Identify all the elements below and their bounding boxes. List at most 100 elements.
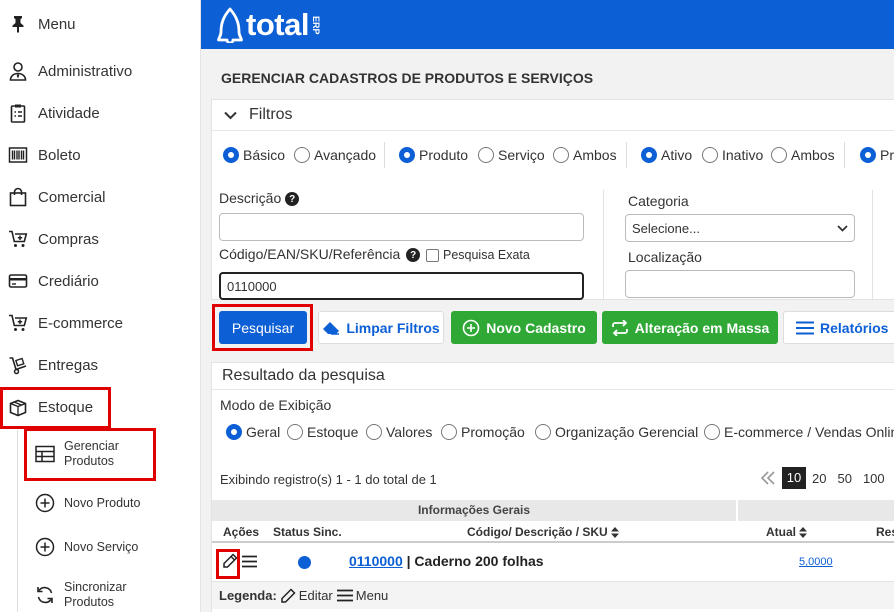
radio-basico[interactable]: Básico bbox=[223, 147, 285, 163]
plus-circle-icon bbox=[34, 536, 56, 558]
radio-dot bbox=[860, 147, 876, 163]
separator bbox=[872, 190, 873, 300]
exact-search-label: Pesquisa Exata bbox=[442, 248, 530, 262]
results-title: Resultado da pesquisa bbox=[212, 363, 894, 390]
radio-avancado[interactable]: Avançado bbox=[294, 147, 376, 163]
sidebar-item-entregas[interactable]: Entregas bbox=[0, 344, 200, 386]
row-menu-icon[interactable] bbox=[242, 555, 257, 573]
sidebar-item-atividade[interactable]: Atividade bbox=[0, 92, 200, 134]
codigo-input[interactable]: 0110000 bbox=[219, 272, 584, 300]
new-record-label: Novo Cadastro bbox=[486, 319, 586, 336]
results-panel: Resultado da pesquisa Modo de Exibição G… bbox=[211, 362, 894, 612]
mode-valores[interactable]: Valores bbox=[366, 424, 432, 440]
radio-dot bbox=[366, 424, 382, 440]
categoria-label: Categoria bbox=[628, 193, 689, 209]
submenu-label: Gerenciar Produtos bbox=[64, 439, 119, 469]
table-header-row: Ações Status Sinc. Código/ Descrição / S… bbox=[212, 521, 894, 543]
radio-label: Serviço bbox=[498, 147, 545, 163]
mode-organizacao[interactable]: Organização Gerencial bbox=[535, 424, 698, 440]
sidebar-item-crediario[interactable]: Crediário bbox=[0, 260, 200, 302]
submenu-novo-servico[interactable]: Novo Serviço bbox=[24, 534, 194, 560]
help-icon[interactable]: ? bbox=[406, 248, 421, 263]
logo-badge: ERP bbox=[310, 15, 321, 35]
col-header-current[interactable]: Atual bbox=[766, 525, 808, 539]
chevron-down-icon bbox=[837, 224, 848, 232]
radio-servico[interactable]: Serviço bbox=[478, 147, 545, 163]
bell-logo-icon bbox=[217, 7, 243, 43]
sidebar-item-label: Administrativo bbox=[38, 62, 133, 80]
radio-label: E-commerce / Vendas Online bbox=[724, 424, 894, 440]
product-code-description: 0110000 | Caderno 200 folhas bbox=[349, 553, 544, 569]
help-icon[interactable]: ? bbox=[285, 192, 300, 207]
sidebar-item-administrativo[interactable]: Administrativo bbox=[0, 50, 200, 92]
radio-ambos-tipo[interactable]: Ambos bbox=[553, 147, 617, 163]
submenu-label: Sincronizar Produtos bbox=[64, 580, 127, 610]
clear-filters-button[interactable]: Limpar Filtros bbox=[318, 311, 444, 344]
edit-icon[interactable] bbox=[222, 553, 238, 574]
search-button[interactable]: Pesquisar bbox=[219, 311, 307, 344]
submenu-label-line-2: Produtos bbox=[64, 595, 115, 609]
sidebar-item-ecommerce[interactable]: E-commerce bbox=[0, 302, 200, 344]
categoria-select[interactable]: Selecione... bbox=[625, 214, 855, 242]
mode-estoque[interactable]: Estoque bbox=[287, 424, 358, 440]
menu-toggle[interactable]: Menu bbox=[0, 3, 200, 45]
sidebar-item-comercial[interactable]: Comercial bbox=[0, 176, 200, 218]
col-header-code[interactable]: Código/ Descrição / SKU bbox=[467, 525, 620, 539]
brand-logo[interactable]: total ERP bbox=[217, 6, 321, 44]
page-size-20[interactable]: 20 bbox=[812, 471, 826, 486]
mass-edit-button[interactable]: Alteração em Massa bbox=[602, 311, 778, 344]
radio-inativo[interactable]: Inativo bbox=[702, 147, 763, 163]
page-size-50[interactable]: 50 bbox=[837, 471, 851, 486]
radio-label: Estoque bbox=[307, 424, 359, 440]
sidebar-item-label: Atividade bbox=[38, 104, 100, 122]
mass-edit-label: Alteração em Massa bbox=[634, 319, 770, 336]
main-content: GERENCIAR CADASTROS DE PRODUTOS E SERVIÇ… bbox=[201, 49, 894, 612]
new-record-button[interactable]: Novo Cadastro bbox=[451, 311, 597, 344]
radio-label: Geral bbox=[246, 424, 281, 440]
clipboard-list-icon bbox=[7, 102, 29, 124]
sync-icon bbox=[34, 584, 56, 606]
radio-label: Pro bbox=[880, 147, 894, 163]
sort-icon bbox=[799, 527, 808, 539]
radio-extra[interactable]: Pro bbox=[860, 147, 894, 163]
radio-produto[interactable]: Produto bbox=[399, 147, 468, 163]
exact-search-checkbox[interactable] bbox=[426, 248, 440, 262]
reports-button[interactable]: Relatórios bbox=[783, 311, 894, 344]
sidebar-item-boleto[interactable]: Boleto bbox=[0, 134, 200, 176]
sidebar-item-compras[interactable]: Compras bbox=[0, 218, 200, 260]
mode-promocao[interactable]: Promoção bbox=[441, 424, 525, 440]
radio-dot bbox=[294, 147, 310, 163]
page-size-10[interactable]: 10 bbox=[782, 467, 806, 489]
descricao-input[interactable] bbox=[219, 213, 584, 241]
submenu-sincronizar-produtos[interactable]: Sincronizar Produtos bbox=[24, 579, 194, 611]
radio-dot bbox=[441, 424, 457, 440]
submenu-novo-produto[interactable]: Novo Produto bbox=[24, 490, 194, 516]
current-stock-link[interactable]: 5,0000 bbox=[799, 556, 833, 568]
page-size-100[interactable]: 100 bbox=[863, 471, 885, 486]
sidebar-item-estoque[interactable]: Estoque bbox=[0, 386, 200, 428]
radio-label: Avançado bbox=[314, 147, 377, 163]
filters-panel: Filtros Básico Avançado Produto Serviço … bbox=[211, 99, 894, 300]
page-title: GERENCIAR CADASTROS DE PRODUTOS E SERVIÇ… bbox=[221, 70, 594, 86]
descricao-label: Descrição ? bbox=[219, 190, 300, 207]
product-code-link[interactable]: 0110000 bbox=[349, 553, 403, 569]
top-header: total ERP bbox=[201, 0, 894, 49]
filters-header[interactable]: Filtros bbox=[212, 100, 894, 131]
mode-ecommerce[interactable]: E-commerce / Vendas Online bbox=[704, 424, 894, 440]
sort-icon bbox=[611, 527, 620, 539]
double-chevron-left-icon[interactable] bbox=[760, 471, 782, 485]
box-open-icon bbox=[7, 396, 29, 418]
dolly-icon bbox=[7, 354, 29, 376]
descricao-label-text: Descrição bbox=[219, 190, 282, 206]
submenu-label-line-2: Produtos bbox=[64, 454, 115, 468]
search-button-label: Pesquisar bbox=[231, 319, 295, 336]
localizacao-input[interactable] bbox=[625, 270, 855, 298]
radio-ambos-status[interactable]: Ambos bbox=[771, 147, 835, 163]
submenu-gerenciar-produtos[interactable]: Gerenciar Produtos bbox=[24, 438, 194, 470]
reports-label: Relatórios bbox=[820, 319, 889, 336]
radio-label: Produto bbox=[419, 147, 469, 163]
radio-dot bbox=[553, 147, 569, 163]
mode-geral[interactable]: Geral bbox=[226, 424, 280, 440]
radio-dot bbox=[399, 147, 415, 163]
radio-ativo[interactable]: Ativo bbox=[641, 147, 692, 163]
